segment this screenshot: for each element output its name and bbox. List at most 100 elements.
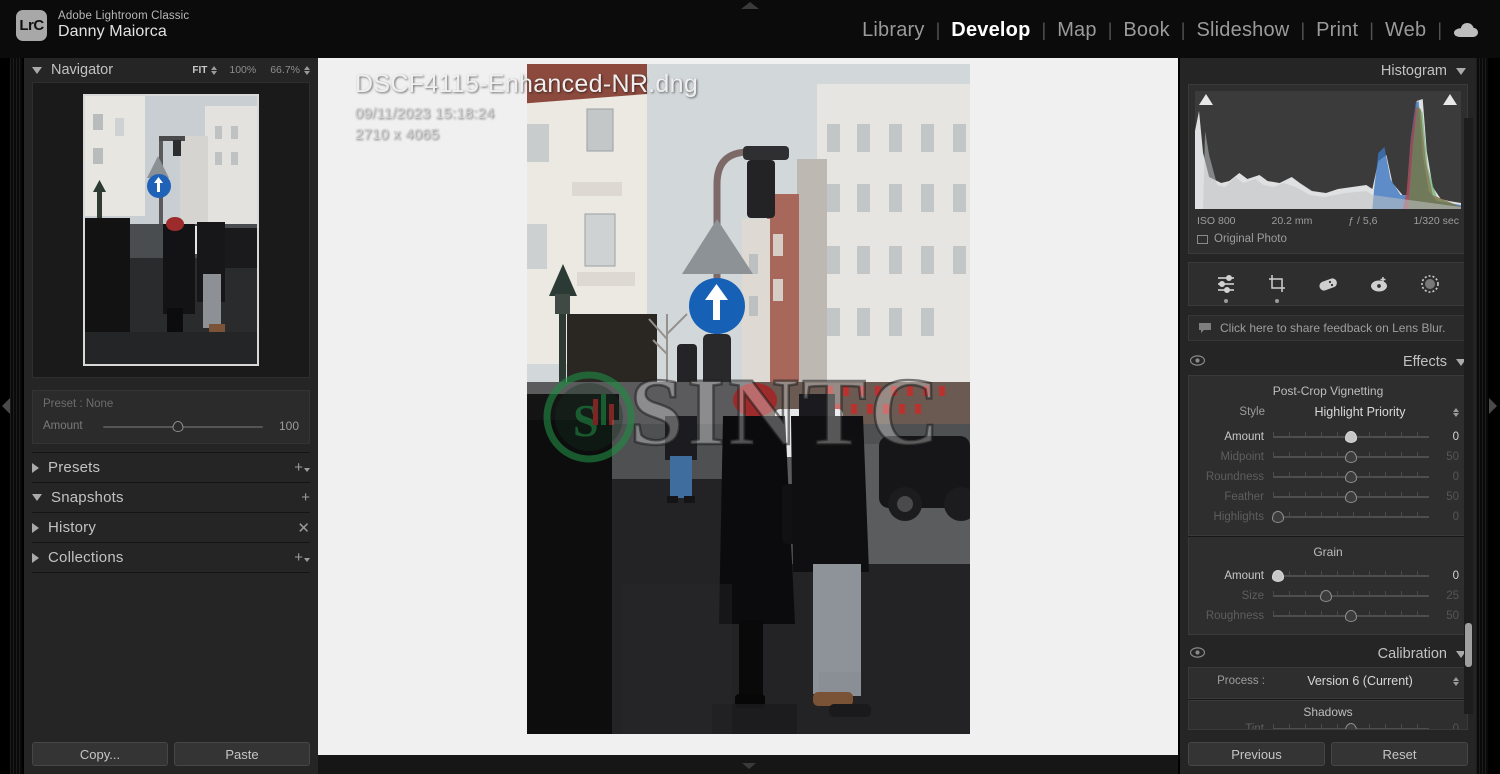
vignette-highlights-track[interactable]: [1271, 509, 1429, 525]
vignette-midpoint-track[interactable]: [1273, 449, 1429, 465]
grain-roughness-track[interactable]: [1273, 608, 1429, 624]
grain-amount-slider-row[interactable]: Amount 0: [1197, 566, 1459, 586]
navigator-thumbnail[interactable]: [83, 94, 259, 366]
calibration-header[interactable]: Calibration: [1180, 641, 1476, 667]
module-map[interactable]: Map: [1046, 19, 1108, 42]
photo-canvas[interactable]: S SINTC: [527, 64, 970, 734]
grain-size-slider-row[interactable]: Size 25: [1197, 586, 1459, 606]
snapshots-add-icon[interactable]: +: [301, 489, 310, 506]
crop-overlay-icon[interactable]: [1264, 271, 1290, 303]
right-panel-collapse-arrow[interactable]: [1489, 398, 1497, 414]
collections-add-icon[interactable]: +: [294, 549, 310, 566]
vignette-feather-value: 50: [1446, 491, 1459, 503]
scrollbar-thumb[interactable]: [1465, 623, 1472, 667]
process-version-row[interactable]: Process : Version 6 (Current): [1197, 674, 1459, 688]
presets-add-icon[interactable]: +: [294, 459, 310, 476]
sidebar-section-presets[interactable]: Presets +: [32, 452, 310, 482]
module-library[interactable]: Library: [851, 19, 936, 42]
preset-amount-box: Preset : None Amount 100: [32, 390, 310, 444]
sidebar-section-snapshots[interactable]: Snapshots +: [32, 482, 310, 512]
fit-stepper-icon[interactable]: [211, 65, 218, 75]
grain-title: Grain: [1313, 545, 1343, 559]
vignette-highlights-label: Highlights: [1213, 511, 1265, 523]
checkbox-icon[interactable]: [1197, 234, 1208, 244]
top-panel-collapse-arrow[interactable]: [741, 2, 759, 9]
vignette-amount-slider-row[interactable]: Amount 0: [1197, 427, 1459, 447]
snapshots-label: Snapshots: [51, 489, 124, 506]
reset-button[interactable]: Reset: [1331, 742, 1468, 766]
vignette-roundness-track[interactable]: [1273, 469, 1429, 485]
module-print[interactable]: Print: [1305, 19, 1369, 42]
chevron-down-icon[interactable]: [1456, 67, 1466, 75]
zoom-fit-label[interactable]: FIT: [192, 65, 207, 76]
vignette-style-row[interactable]: Style Highlight Priority: [1197, 405, 1459, 419]
highlight-clipping-indicator[interactable]: [1443, 94, 1457, 105]
grain-roughness-slider-row[interactable]: Roughness 50: [1197, 606, 1459, 626]
edit-sliders-icon[interactable]: [1213, 271, 1239, 303]
image-preview-area[interactable]: S SINTC DSCF4115-Enhanced-NR.dng 09/11/2…: [318, 58, 1178, 755]
histogram-header[interactable]: Histogram: [1180, 58, 1476, 84]
exif-iso: ISO 800: [1197, 215, 1236, 227]
calibration-process-group: Process : Version 6 (Current): [1188, 667, 1468, 699]
vignette-amount-track[interactable]: [1273, 429, 1429, 445]
process-value[interactable]: Version 6 (Current): [1275, 674, 1445, 688]
left-panel: Navigator FIT 100% 66.7% Preset: None A…: [24, 58, 318, 774]
zoom-100-label[interactable]: 100%: [229, 64, 256, 76]
grain-roughness-label: Roughness: [1205, 610, 1264, 622]
vignette-roundness-slider-row[interactable]: Roundness 0: [1197, 467, 1459, 487]
vignette-midpoint-slider-row[interactable]: Midpoint 50: [1197, 447, 1459, 467]
previous-button[interactable]: Previous: [1188, 742, 1325, 766]
history-clear-icon[interactable]: ✕: [297, 519, 310, 537]
paste-button[interactable]: Paste: [174, 742, 310, 766]
grain-roughness-value: 50: [1446, 610, 1459, 622]
effects-header[interactable]: Effects: [1180, 349, 1476, 375]
sidebar-section-history[interactable]: History ✕: [32, 512, 310, 542]
chevron-down-icon[interactable]: [32, 66, 42, 74]
effects-visibility-icon[interactable]: [1189, 354, 1206, 370]
vignette-feather-track[interactable]: [1273, 489, 1429, 505]
module-web[interactable]: Web: [1374, 19, 1437, 42]
left-panel-collapse-arrow[interactable]: [2, 398, 10, 414]
module-develop[interactable]: Develop: [940, 19, 1041, 42]
calibration-visibility-icon[interactable]: [1189, 646, 1206, 662]
grain-amount-track[interactable]: [1271, 568, 1429, 584]
zoom-current-label[interactable]: 66.7%: [270, 64, 300, 76]
zoom-stepper-icon[interactable]: [304, 65, 310, 75]
copy-button[interactable]: Copy...: [32, 742, 168, 766]
original-photo-label: Original Photo: [1214, 233, 1287, 245]
navigator-header[interactable]: Navigator FIT 100% 66.7%: [24, 58, 318, 82]
lens-blur-feedback-banner[interactable]: Click here to share feedback on Lens Blu…: [1188, 315, 1468, 341]
red-eye-icon[interactable]: [1366, 271, 1392, 297]
filmstrip-collapse-arrow[interactable]: [742, 763, 756, 769]
histogram-box[interactable]: ISO 800 20.2 mm ƒ / 5,6 1/320 sec Origin…: [1188, 84, 1468, 254]
vignette-midpoint-label: Midpoint: [1220, 451, 1264, 463]
process-stepper-icon[interactable]: [1453, 676, 1459, 686]
post-crop-vignetting-title: Post-Crop Vignetting: [1272, 384, 1384, 398]
right-panel-scrollbar[interactable]: [1464, 118, 1473, 714]
cloud-sync-icon[interactable]: [1442, 23, 1486, 38]
right-panel: Histogram ISO 800 20.2 mm ƒ / 5,6 1/320 …: [1180, 58, 1476, 774]
vignette-style-value[interactable]: Highlight Priority: [1275, 405, 1445, 419]
grain-size-track[interactable]: [1273, 588, 1429, 604]
vignette-feather-slider-row[interactable]: Feather 50: [1197, 487, 1459, 507]
exif-focal-length: 20.2 mm: [1271, 215, 1313, 227]
module-book[interactable]: Book: [1112, 19, 1180, 42]
navigator-preview-box[interactable]: [32, 82, 310, 378]
healing-brush-icon[interactable]: [1315, 271, 1341, 297]
shadows-tint-slider-row[interactable]: Tint 0: [1197, 719, 1459, 729]
shadows-tint-track[interactable]: [1273, 721, 1429, 729]
preset-amount-slider[interactable]: [103, 420, 263, 432]
app-name: Adobe Lightroom Classic: [58, 10, 190, 22]
module-slideshow[interactable]: Slideshow: [1185, 19, 1300, 42]
style-stepper-icon[interactable]: [1453, 407, 1459, 417]
right-panel-edge-grip[interactable]: [1476, 58, 1488, 774]
post-crop-vignetting-group: Post-Crop Vignetting Style Highlight Pri…: [1188, 375, 1468, 536]
chevron-right-icon: [32, 462, 39, 473]
original-photo-toggle[interactable]: Original Photo: [1195, 227, 1461, 247]
sidebar-section-collections[interactable]: Collections +: [32, 542, 310, 572]
shadow-clipping-indicator[interactable]: [1199, 94, 1213, 105]
masking-icon[interactable]: [1417, 271, 1443, 297]
left-panel-edge-grip[interactable]: [10, 58, 22, 774]
vignette-highlights-slider-row[interactable]: Highlights 0: [1197, 507, 1459, 527]
histogram-canvas[interactable]: [1195, 91, 1461, 209]
